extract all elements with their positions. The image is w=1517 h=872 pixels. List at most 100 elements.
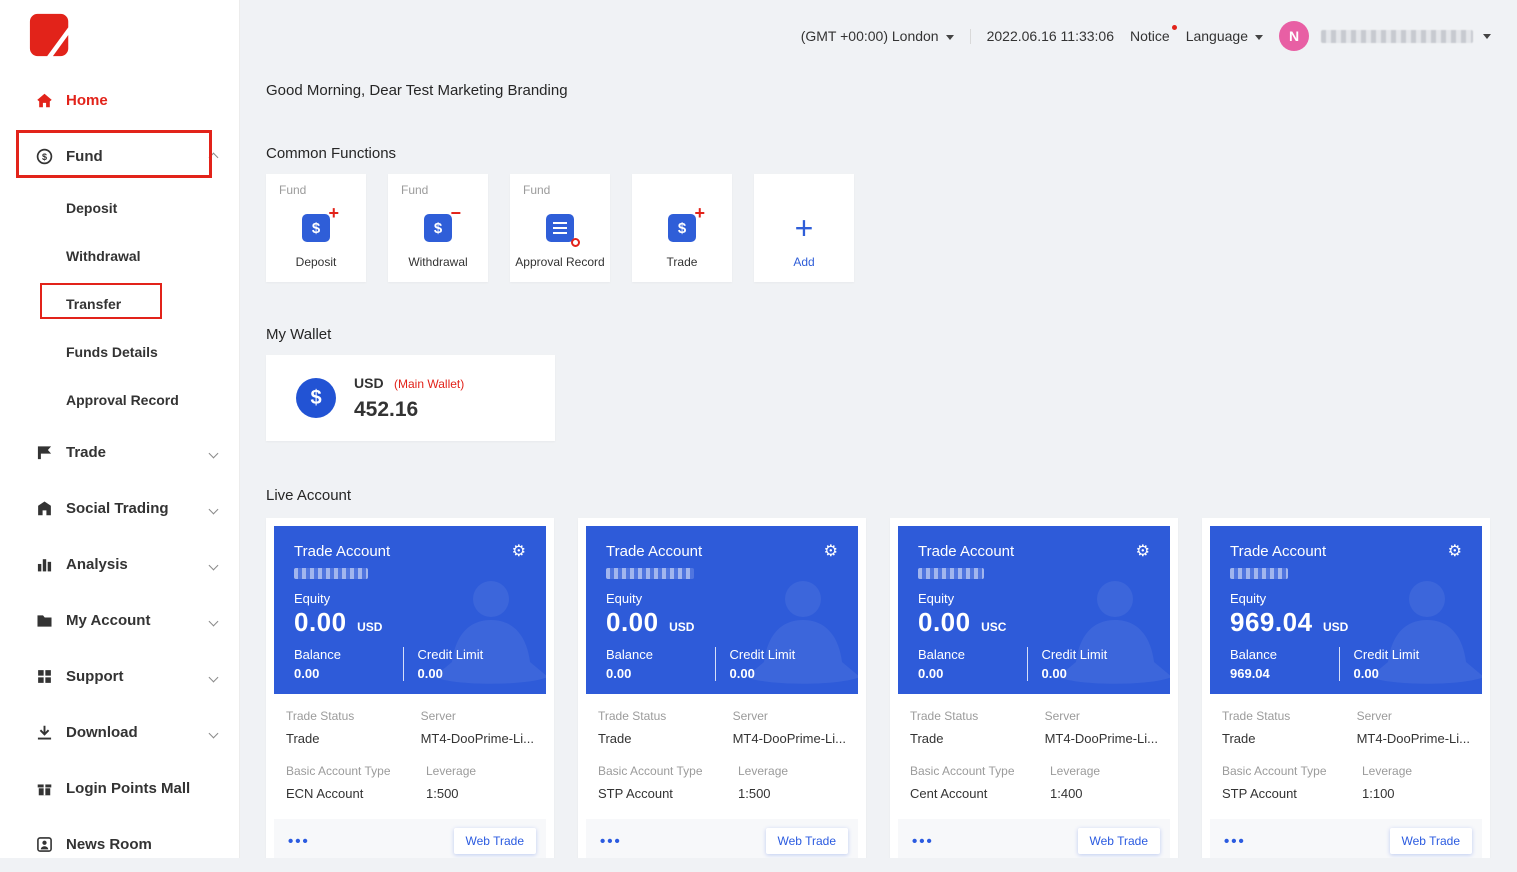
credit-limit-label: Credit Limit	[1042, 647, 1151, 662]
sidebar-subitem-withdrawal[interactable]: Withdrawal	[0, 232, 239, 280]
server-value: MT4-DooPrime-Li...	[733, 731, 846, 746]
timezone-selector[interactable]: (GMT +00:00) London	[801, 28, 954, 44]
server-label: Server	[1045, 709, 1158, 723]
chevron-down-icon[interactable]	[1483, 34, 1491, 39]
server-label: Server	[1357, 709, 1470, 723]
more-options-icon[interactable]: •••	[288, 833, 310, 850]
username-redacted[interactable]	[1321, 30, 1473, 43]
account-summary-panel: Trade Account ⚙ Equity 0.00 USC Balance …	[898, 526, 1170, 694]
equity-label: Equity	[606, 591, 838, 606]
sidebar-subitem-deposit[interactable]: Deposit	[0, 184, 239, 232]
function-label: Trade	[632, 255, 732, 269]
brand-logo[interactable]	[0, 0, 239, 72]
function-card-withdrawal[interactable]: Fund $− Withdrawal	[388, 174, 488, 282]
account-number-redacted	[294, 568, 368, 579]
account-details: Trade Status Trade Server MT4-DooPrime-L…	[1210, 694, 1482, 801]
function-card-trade[interactable]: $+ Trade	[632, 174, 732, 282]
social-trading-icon	[36, 500, 53, 517]
sidebar-item-home[interactable]: Home	[0, 72, 239, 128]
balance-value: 969.04	[1230, 666, 1339, 681]
sidebar-item-analysis[interactable]: Analysis	[0, 536, 239, 592]
gear-icon[interactable]: ⚙	[1448, 544, 1462, 560]
equity-value: 0.00	[918, 607, 971, 637]
balance-label: Balance	[606, 647, 715, 662]
more-options-icon[interactable]: •••	[912, 833, 934, 850]
credit-limit-value: 0.00	[1354, 666, 1463, 681]
folder-icon	[36, 612, 53, 629]
avatar-letter: N	[1289, 28, 1299, 44]
equity-currency: USD	[1323, 620, 1348, 634]
section-title-common-functions: Common Functions	[266, 145, 1491, 162]
trade-icon	[36, 444, 53, 461]
sidebar-subitem-transfer[interactable]: Transfer	[0, 280, 239, 328]
equity-label: Equity	[1230, 591, 1462, 606]
sidebar-item-label: Social Trading	[66, 500, 169, 517]
language-selector[interactable]: Language	[1186, 28, 1263, 44]
common-functions-row: Fund $+ Deposit Fund $− Withdrawal Fund …	[266, 174, 1491, 282]
sidebar-item-news-room[interactable]: News Room	[0, 816, 239, 872]
chevron-down-icon	[1255, 35, 1263, 40]
section-title-live-account: Live Account	[266, 487, 1491, 504]
account-card-footer: ••• Web Trade	[586, 819, 858, 858]
sidebar-item-login-points-mall[interactable]: Login Points Mall	[0, 760, 239, 816]
equity-currency: USC	[981, 620, 1006, 634]
sidebar-item-support[interactable]: Support	[0, 648, 239, 704]
sidebar-subitem-funds-details[interactable]: Funds Details	[0, 328, 239, 376]
gear-icon[interactable]: ⚙	[512, 544, 526, 560]
web-trade-button[interactable]: Web Trade	[766, 828, 848, 854]
account-type-label: Basic Account Type	[910, 764, 1050, 778]
live-account-card: Trade Account ⚙ Equity 0.00 USD Balance …	[266, 518, 554, 858]
account-type-label: Basic Account Type	[286, 764, 426, 778]
function-label: Approval Record	[510, 255, 610, 269]
timezone-label: (GMT +00:00) London	[801, 28, 939, 44]
sidebar-item-label: Support	[66, 668, 124, 685]
wallet-card[interactable]: $ USD (Main Wallet) 452.16	[266, 355, 555, 441]
live-account-card: Trade Account ⚙ Equity 0.00 USC Balance …	[890, 518, 1178, 858]
sidebar-subitem-approval-record[interactable]: Approval Record	[0, 376, 239, 424]
web-trade-button[interactable]: Web Trade	[1078, 828, 1160, 854]
more-options-icon[interactable]: •••	[600, 833, 622, 850]
plus-badge-icon: +	[328, 204, 339, 222]
web-trade-button[interactable]: Web Trade	[1390, 828, 1472, 854]
sidebar-item-trade[interactable]: Trade	[0, 424, 239, 480]
function-card-deposit[interactable]: Fund $+ Deposit	[266, 174, 366, 282]
trade-function-icon: $+	[668, 214, 696, 242]
wallet-info: USD (Main Wallet) 452.16	[354, 375, 464, 422]
sidebar-item-download[interactable]: Download	[0, 704, 239, 760]
avatar[interactable]: N	[1279, 21, 1309, 51]
list-lines-icon	[553, 222, 567, 234]
function-card-add[interactable]: + Add	[754, 174, 854, 282]
notice-link[interactable]: Notice	[1130, 28, 1170, 44]
gear-icon[interactable]: ⚙	[1136, 544, 1150, 560]
withdrawal-icon: $−	[424, 214, 452, 242]
main-content: (GMT +00:00) London 2022.06.16 11:33:06 …	[240, 0, 1517, 858]
chevron-up-icon	[210, 148, 217, 165]
account-number-redacted	[918, 568, 984, 579]
wallet-amount: 452.16	[354, 398, 464, 422]
account-card-title: Trade Account	[294, 543, 390, 560]
web-trade-button[interactable]: Web Trade	[454, 828, 536, 854]
chevron-down-icon	[946, 35, 954, 40]
gear-icon[interactable]: ⚙	[824, 544, 838, 560]
function-card-approval-record[interactable]: Fund Approval Record	[510, 174, 610, 282]
sidebar-item-my-account[interactable]: My Account	[0, 592, 239, 648]
sidebar-item-social-trading[interactable]: Social Trading	[0, 480, 239, 536]
equity-currency: USD	[357, 620, 382, 634]
sidebar-item-fund[interactable]: $ Fund	[0, 128, 239, 184]
download-icon	[36, 724, 53, 741]
approval-record-icon	[546, 214, 574, 242]
more-options-icon[interactable]: •••	[1224, 833, 1246, 850]
add-icon: +	[795, 214, 814, 242]
live-account-card: Trade Account ⚙ Equity 969.04 USD Balanc…	[1202, 518, 1490, 858]
chevron-down-icon	[210, 724, 217, 741]
datetime-display: 2022.06.16 11:33:06	[987, 28, 1114, 44]
server-label: Server	[733, 709, 846, 723]
account-card-title: Trade Account	[1230, 543, 1326, 560]
account-type-value: STP Account	[1222, 786, 1362, 801]
account-card-footer: ••• Web Trade	[274, 819, 546, 858]
account-summary-panel: Trade Account ⚙ Equity 0.00 USD Balance …	[274, 526, 546, 694]
sidebar-item-label: Fund	[66, 148, 103, 165]
balance-label: Balance	[918, 647, 1027, 662]
balance-value: 0.00	[918, 666, 1027, 681]
chevron-down-icon	[210, 500, 217, 517]
